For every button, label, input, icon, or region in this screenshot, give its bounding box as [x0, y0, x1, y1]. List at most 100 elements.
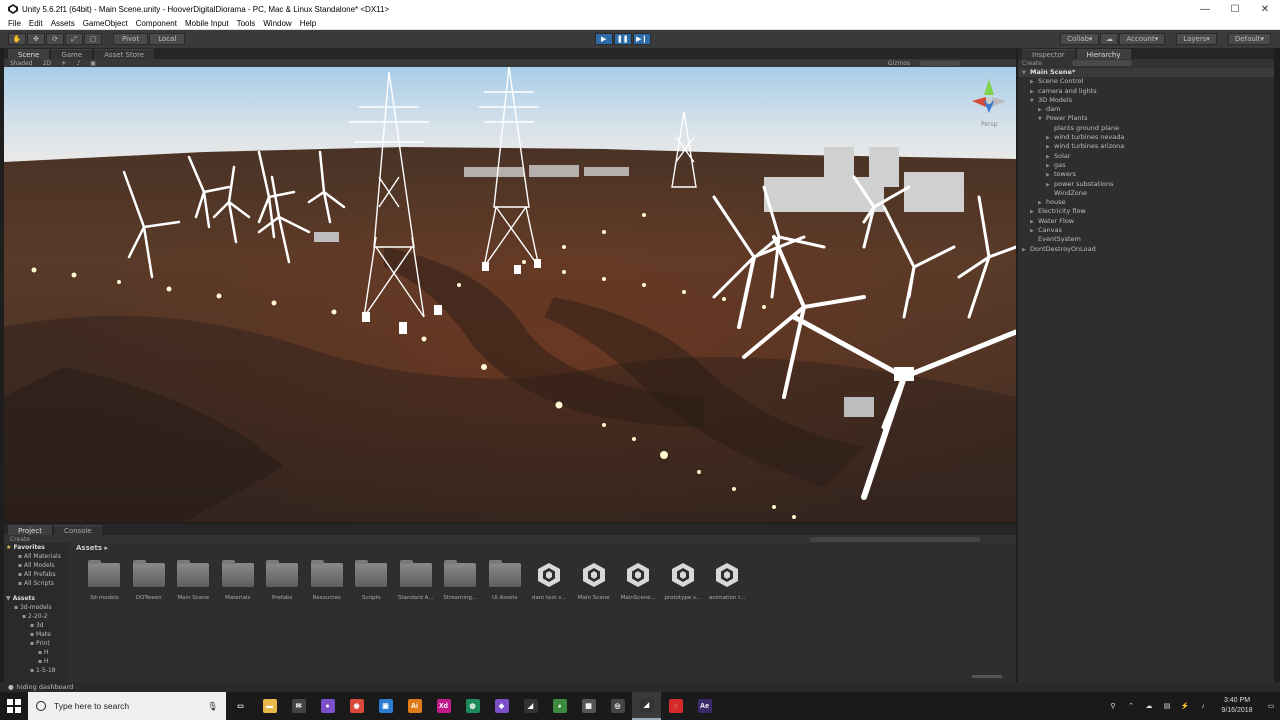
taskbar-app[interactable]: ▣ — [371, 692, 400, 720]
taskbar-app[interactable]: ◎ — [603, 692, 632, 720]
close-button[interactable]: ✕ — [1250, 0, 1280, 18]
move-tool-button[interactable]: ✥ — [27, 33, 45, 45]
taskbar-app[interactable]: ▬ — [255, 692, 284, 720]
tree-folder-item[interactable]: ▪ 3d-models — [4, 603, 68, 612]
hierarchy-item[interactable]: ▶ gas — [1018, 161, 1274, 170]
minimize-button[interactable]: — — [1190, 0, 1220, 18]
cloud-icon[interactable]: ☁ — [1100, 33, 1119, 45]
menu-help[interactable]: Help — [300, 19, 316, 28]
tree-folder-item[interactable]: ▪ Mate — [4, 630, 68, 639]
tab-inspector[interactable]: Inspector — [1022, 49, 1075, 59]
shading-mode-dropdown[interactable]: Shaded — [10, 60, 33, 67]
asset-folder[interactable]: Main Scene — [171, 560, 216, 601]
project-search-input[interactable] — [810, 536, 980, 542]
menu-tools[interactable]: Tools — [237, 19, 256, 28]
tray-overflow-icon[interactable]: ⌃ — [1122, 702, 1140, 710]
tab-asset-store[interactable]: Asset Store — [94, 49, 155, 59]
pivot-toggle[interactable]: Pivot — [113, 33, 149, 45]
taskbar-app[interactable]: Xd — [429, 692, 458, 720]
project-create-dropdown[interactable]: Create — [10, 536, 30, 543]
hierarchy-item[interactable]: WindZone — [1018, 189, 1274, 198]
taskbar-app[interactable]: ▦ — [574, 692, 603, 720]
hierarchy-item[interactable]: ▶ Electricity flow — [1018, 207, 1274, 216]
asset-scene-file[interactable]: Main Scene — [572, 561, 617, 601]
hierarchy-item[interactable]: EventSystem — [1018, 235, 1274, 244]
asset-scene-file[interactable]: prototype s... — [661, 561, 706, 601]
menu-component[interactable]: Component — [136, 19, 177, 28]
tree-folder-item[interactable]: ▪ H — [4, 648, 68, 657]
asset-scene-file[interactable]: dam test s... — [527, 561, 572, 601]
menu-window[interactable]: Window — [263, 19, 291, 28]
tab-game[interactable]: Game — [51, 49, 93, 59]
scale-tool-button[interactable]: ⤢ — [65, 33, 83, 45]
hierarchy-item[interactable]: plants ground plane — [1018, 124, 1274, 133]
tree-folder-item[interactable]: ▪ 1-5-18 — [4, 666, 68, 675]
asset-scene-file[interactable]: MainScene... — [616, 561, 661, 601]
menu-edit[interactable]: Edit — [29, 19, 43, 28]
step-button[interactable]: ▶❙ — [632, 33, 651, 45]
hierarchy-item[interactable]: ▶ Solar — [1018, 152, 1274, 161]
favorite-item[interactable]: ▪ All Prefabs — [4, 570, 68, 579]
lighting-toggle-icon[interactable]: ☀ — [61, 60, 66, 67]
local-toggle[interactable]: Local — [149, 33, 186, 45]
asset-folder[interactable]: Materials — [216, 560, 261, 601]
onedrive-icon[interactable]: ☁ — [1140, 702, 1158, 710]
hierarchy-item[interactable]: ▶ Water Flow — [1018, 217, 1274, 226]
taskbar-app[interactable]: Ai — [400, 692, 429, 720]
taskbar-app[interactable]: ▭ — [226, 692, 255, 720]
asset-folder[interactable]: Prefabs — [260, 560, 305, 601]
expand-arrow-icon[interactable]: ▼ — [1022, 69, 1030, 78]
tree-folder-item[interactable]: ▪ Print — [4, 639, 68, 648]
gizmos-dropdown[interactable]: Gizmos — [888, 60, 910, 67]
taskbar-app[interactable]: ◢ — [632, 692, 661, 720]
hierarchy-item[interactable]: ▶ wind turbines nevada — [1018, 133, 1274, 142]
microphone-icon[interactable]: 🎙 — [207, 701, 218, 712]
tree-folder-item[interactable]: ▪ H — [4, 657, 68, 666]
asset-folder[interactable]: Scripts — [349, 560, 394, 601]
taskbar-app[interactable]: ◍ — [458, 692, 487, 720]
scene-viewport[interactable]: Persp — [4, 67, 1016, 522]
expand-arrow-icon[interactable]: ▼ — [1030, 97, 1038, 106]
favorite-item[interactable]: ▪ All Scripts — [4, 579, 68, 588]
asset-folder[interactable]: Resources — [305, 560, 350, 601]
taskbar-app[interactable]: ◕ — [545, 692, 574, 720]
effects-toggle-icon[interactable]: ▣ — [90, 60, 96, 67]
taskbar-app[interactable]: ◆ — [487, 692, 516, 720]
tab-scene[interactable]: Scene — [8, 49, 50, 59]
tab-project[interactable]: Project — [8, 525, 52, 535]
asset-scene-file[interactable]: animation t... — [705, 561, 750, 601]
expand-arrow-icon[interactable]: ▼ — [1038, 115, 1046, 124]
hierarchy-item[interactable]: ▶ DontDestroyOnLoad — [1018, 245, 1274, 254]
hierarchy-create-dropdown[interactable]: Create — [1022, 60, 1042, 67]
expand-arrow-icon[interactable]: ▶ — [1022, 246, 1030, 255]
rotate-tool-button[interactable]: ⟳ — [46, 33, 64, 45]
layout-dropdown[interactable]: Default ▾ — [1227, 33, 1271, 45]
menu-gameobject[interactable]: GameObject — [83, 19, 128, 28]
taskbar-app[interactable]: ◌ — [661, 692, 690, 720]
taskbar-search-box[interactable]: Type here to search 🎙 — [28, 692, 226, 720]
hierarchy-item[interactable]: ▶ Scene Control — [1018, 77, 1274, 86]
asset-folder[interactable]: Streaming... — [438, 560, 483, 601]
hierarchy-item[interactable]: ▶ wind turbines arizona — [1018, 142, 1274, 151]
notification-icon[interactable]: ▭ — [1262, 702, 1280, 710]
favorite-item[interactable]: ▪ All Models — [4, 561, 68, 570]
rect-tool-button[interactable]: ▢ — [84, 33, 102, 45]
account-dropdown[interactable]: Account ▾ — [1119, 33, 1166, 45]
layers-dropdown[interactable]: Layers ▾ — [1176, 33, 1217, 45]
hierarchy-item[interactable]: ▼ Main Scene* — [1018, 68, 1274, 78]
assets-header[interactable]: ▼ Assets — [4, 594, 68, 603]
scene-search-input[interactable] — [920, 60, 960, 66]
hierarchy-item[interactable]: ▶ Canvas — [1018, 226, 1274, 235]
collab-dropdown[interactable]: Collab ▾ — [1060, 33, 1100, 45]
taskbar-app[interactable]: ◉ — [342, 692, 371, 720]
asset-folder[interactable]: Standard A... — [394, 560, 439, 601]
favorites-header[interactable]: ★ Favorites — [4, 543, 68, 552]
breadcrumb-assets[interactable]: Assets — [76, 544, 102, 552]
hierarchy-item[interactable]: ▶ camera and lights — [1018, 87, 1274, 96]
favorite-item[interactable]: ▪ All Materials — [4, 552, 68, 561]
battery-icon[interactable]: ⚡ — [1176, 702, 1194, 710]
pause-button[interactable]: ❚❚ — [613, 33, 632, 45]
hierarchy-item[interactable]: ▶ power substations — [1018, 180, 1274, 189]
tab-hierarchy[interactable]: Hierarchy — [1076, 49, 1131, 59]
taskbar-app[interactable]: ◢ — [516, 692, 545, 720]
